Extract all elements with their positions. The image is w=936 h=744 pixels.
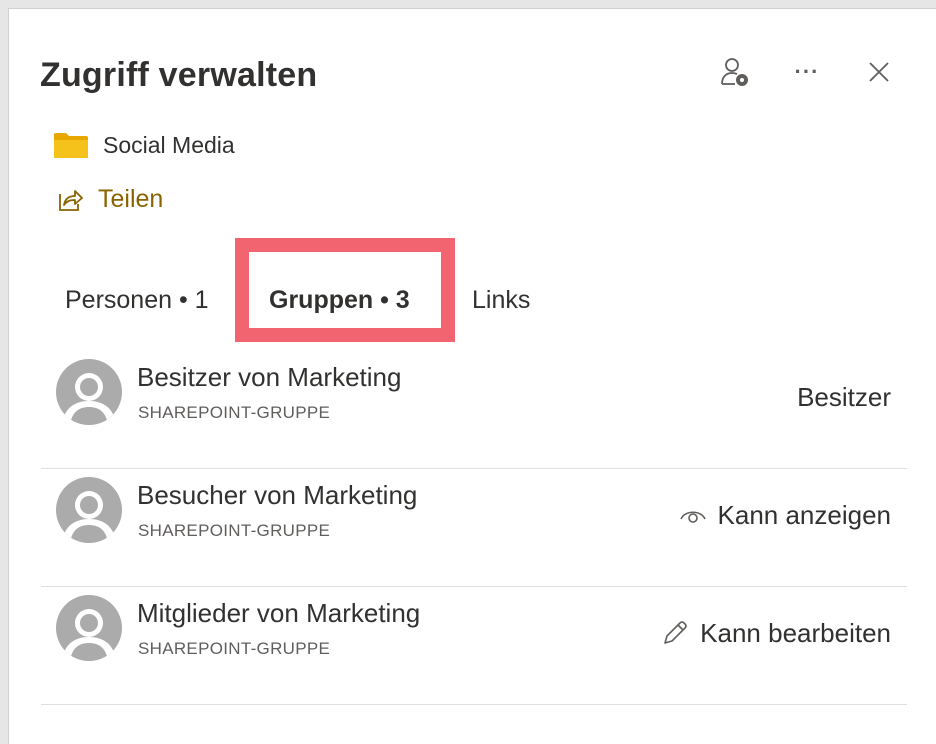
item-name: Social Media xyxy=(103,131,235,158)
permission-dropdown[interactable]: Kann anzeigen xyxy=(679,497,891,533)
group-name: Mitglieder von Marketing xyxy=(137,598,421,628)
group-row[interactable]: Mitglieder von Marketing SHAREPOINT-GRUP… xyxy=(41,587,907,705)
person-settings-icon xyxy=(721,58,748,86)
group-type: SHAREPOINT-GRUPPE xyxy=(138,521,331,540)
person-settings-button[interactable] xyxy=(718,55,752,89)
more-icon: ··· xyxy=(794,59,820,84)
group-row[interactable]: Besucher von Marketing SHAREPOINT-GRUPPE… xyxy=(41,469,907,587)
tab-gruppen[interactable]: Gruppen • 3 xyxy=(269,275,410,325)
avatar-icon xyxy=(56,359,122,425)
avatar-icon xyxy=(56,595,122,661)
avatar-icon xyxy=(56,477,122,543)
permission-label: Kann anzeigen xyxy=(717,500,891,530)
share-icon xyxy=(59,189,83,211)
group-name: Besucher von Marketing xyxy=(137,480,418,510)
group-type: SHAREPOINT-GRUPPE xyxy=(138,639,331,658)
more-options-button[interactable]: ··· xyxy=(790,55,824,89)
group-row[interactable]: Besitzer von Marketing SHAREPOINT-GRUPPE… xyxy=(41,351,907,469)
eye-icon xyxy=(679,511,706,523)
group-name: Besitzer von Marketing xyxy=(137,362,402,392)
tab-links[interactable]: Links xyxy=(472,275,530,325)
manage-access-panel: Zugriff verwalten ··· Social Media Teile… xyxy=(8,8,936,744)
share-button[interactable]: Teilen xyxy=(58,185,163,214)
shared-item: Social Media xyxy=(53,131,235,159)
close-icon xyxy=(869,62,889,82)
permission-label: Besitzer xyxy=(797,382,891,412)
header-actions: ··· xyxy=(718,55,896,89)
permission-dropdown[interactable]: Besitzer xyxy=(797,379,891,415)
tab-personen[interactable]: Personen • 1 xyxy=(65,275,209,325)
share-label: Teilen xyxy=(98,185,164,213)
permission-dropdown[interactable]: Kann bearbeiten xyxy=(662,615,891,651)
close-button[interactable] xyxy=(862,55,896,89)
pencil-icon xyxy=(664,621,687,644)
panel-title: Zugriff verwalten xyxy=(40,56,318,94)
group-type: SHAREPOINT-GRUPPE xyxy=(138,403,331,422)
folder-icon xyxy=(54,133,88,158)
permission-label: Kann bearbeiten xyxy=(700,618,891,648)
